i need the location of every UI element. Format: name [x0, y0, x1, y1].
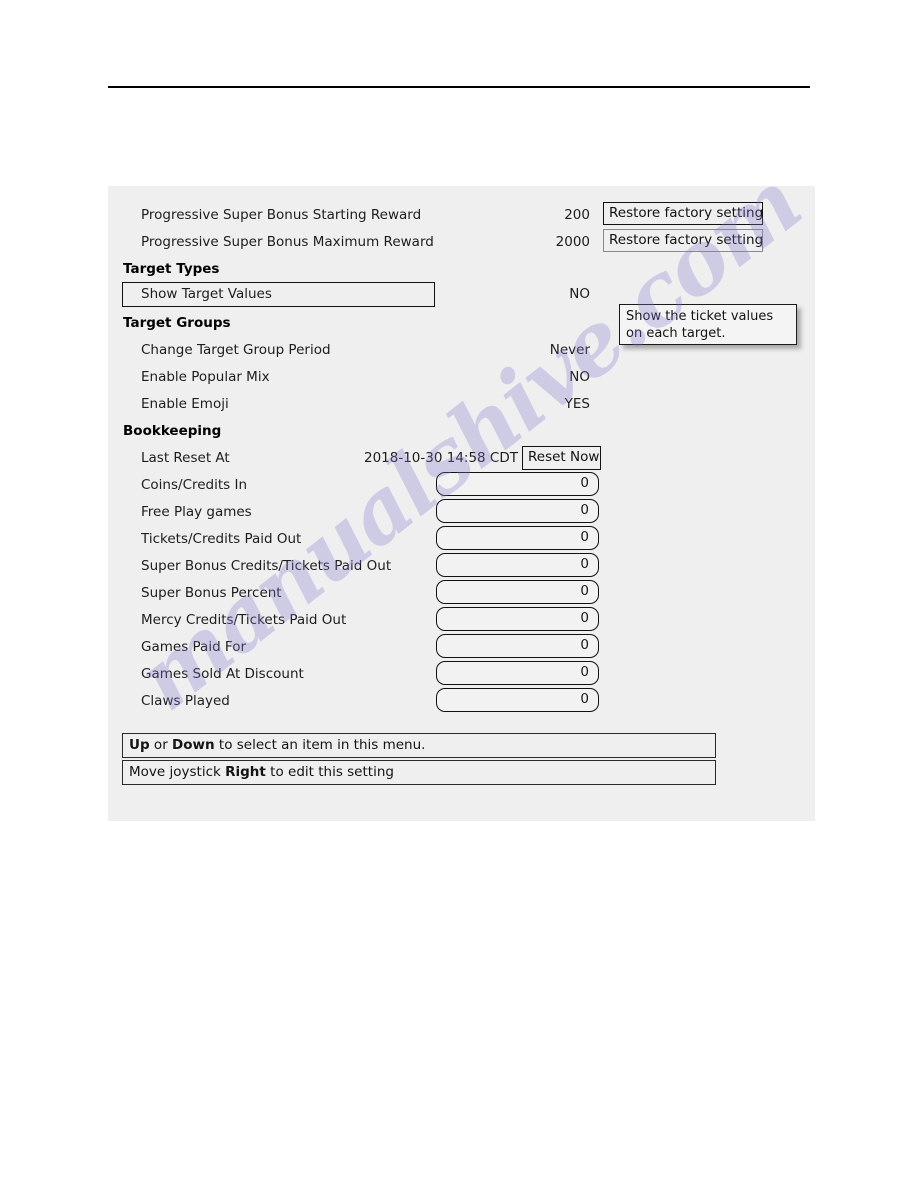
- bookkeeping-row-coins-credits-in[interactable]: Coins/Credits In 0: [108, 472, 815, 499]
- setting-value: 200: [564, 207, 590, 223]
- group-header-bookkeeping: Bookkeeping: [108, 418, 815, 445]
- setting-label: Progressive Super Bonus Starting Reward: [141, 207, 422, 223]
- setting-row-enable-emoji[interactable]: Enable Emoji YES: [108, 391, 815, 418]
- bookkeeping-label: Super Bonus Credits/Tickets Paid Out: [141, 558, 392, 574]
- bookkeeping-row-super-bonus-percent[interactable]: Super Bonus Percent 0: [108, 580, 815, 607]
- last-reset-at-label: Last Reset At: [141, 450, 230, 466]
- bookkeeping-label: Claws Played: [141, 693, 230, 709]
- group-header-target-types: Target Types: [108, 256, 815, 283]
- setting-label: Change Target Group Period: [141, 342, 331, 358]
- bookkeeping-row-free-play-games[interactable]: Free Play games 0: [108, 499, 815, 526]
- last-reset-at-value: 2018-10-30 14:58 CDT: [363, 450, 518, 466]
- setting-value: YES: [564, 396, 590, 412]
- bookkeeping-label: Super Bonus Percent: [141, 585, 282, 601]
- bookkeeping-label: Free Play games: [141, 504, 252, 520]
- help-bar-navigation: Up or Down to select an item in this men…: [122, 733, 716, 758]
- bookkeeping-label: Coins/Credits In: [141, 477, 248, 493]
- bookkeeping-value-field[interactable]: 0: [436, 526, 599, 550]
- bookkeeping-row-tickets-credits-paid-out[interactable]: Tickets/Credits Paid Out 0: [108, 526, 815, 553]
- tooltip-line-1: Show the ticket values: [626, 309, 774, 324]
- setting-label: Progressive Super Bonus Maximum Reward: [141, 234, 434, 250]
- bookkeeping-row-last-reset-at[interactable]: Last Reset At 2018-10-30 14:58 CDT Reset…: [108, 445, 815, 472]
- help-key-up: Up: [129, 737, 150, 753]
- reset-now-button[interactable]: Reset Now: [522, 446, 601, 470]
- tooltip-show-target-values: Show the ticket values on each target.: [619, 304, 797, 345]
- bookkeeping-row-games-paid-for[interactable]: Games Paid For 0: [108, 634, 815, 661]
- help-key-down: Down: [172, 737, 215, 753]
- bookkeeping-value-field[interactable]: 0: [436, 499, 599, 523]
- help-text-rest: to select an item in this menu.: [214, 737, 426, 753]
- bookkeeping-label: Games Paid For: [141, 639, 247, 655]
- help-text-rest: to edit this setting: [265, 764, 394, 780]
- bookkeeping-value-field[interactable]: 0: [436, 661, 599, 685]
- setting-row-enable-popular-mix[interactable]: Enable Popular Mix NO: [108, 364, 815, 391]
- page-header-rule: [108, 86, 810, 88]
- bookkeeping-label: Tickets/Credits Paid Out: [141, 531, 302, 547]
- restore-factory-setting-button-starting-reward[interactable]: Restore factory setting: [603, 202, 763, 225]
- help-text-mid: or: [149, 737, 173, 753]
- bookkeeping-value-field[interactable]: 0: [436, 580, 599, 604]
- setting-value: 2000: [555, 234, 590, 250]
- bookkeeping-row-mercy-credits-tickets-paid-out[interactable]: Mercy Credits/Tickets Paid Out 0: [108, 607, 815, 634]
- group-label: Target Groups: [123, 315, 231, 331]
- setting-value: Never: [549, 342, 590, 358]
- bookkeeping-label: Games Sold At Discount: [141, 666, 304, 682]
- bookkeeping-row-claws-played[interactable]: Claws Played 0: [108, 688, 815, 715]
- bookkeeping-value-field[interactable]: 0: [436, 688, 599, 712]
- tooltip-line-2: on each target.: [626, 326, 726, 341]
- help-key-right: Right: [225, 764, 266, 780]
- bookkeeping-value-field[interactable]: 0: [436, 634, 599, 658]
- bookkeeping-value-field[interactable]: 0: [436, 472, 599, 496]
- bookkeeping-value-field[interactable]: 0: [436, 607, 599, 631]
- settings-panel: Progressive Super Bonus Starting Reward …: [108, 186, 815, 821]
- setting-value: NO: [569, 369, 590, 385]
- bookkeeping-row-games-sold-at-discount[interactable]: Games Sold At Discount 0: [108, 661, 815, 688]
- help-bar-edit: Move joystick Right to edit this setting: [122, 760, 716, 785]
- setting-label: Show Target Values: [141, 286, 272, 302]
- help-text-pre: Move joystick: [129, 764, 226, 780]
- bookkeeping-row-super-bonus-credits-tickets-paid-out[interactable]: Super Bonus Credits/Tickets Paid Out 0: [108, 553, 815, 580]
- restore-factory-setting-button-maximum-reward[interactable]: Restore factory setting: [603, 229, 763, 252]
- group-label: Bookkeeping: [123, 423, 222, 439]
- bookkeeping-value-field[interactable]: 0: [436, 553, 599, 577]
- setting-label: Enable Emoji: [141, 396, 229, 412]
- setting-value: NO: [569, 286, 590, 302]
- setting-label: Enable Popular Mix: [141, 369, 270, 385]
- bookkeeping-label: Mercy Credits/Tickets Paid Out: [141, 612, 347, 628]
- group-label: Target Types: [123, 261, 220, 277]
